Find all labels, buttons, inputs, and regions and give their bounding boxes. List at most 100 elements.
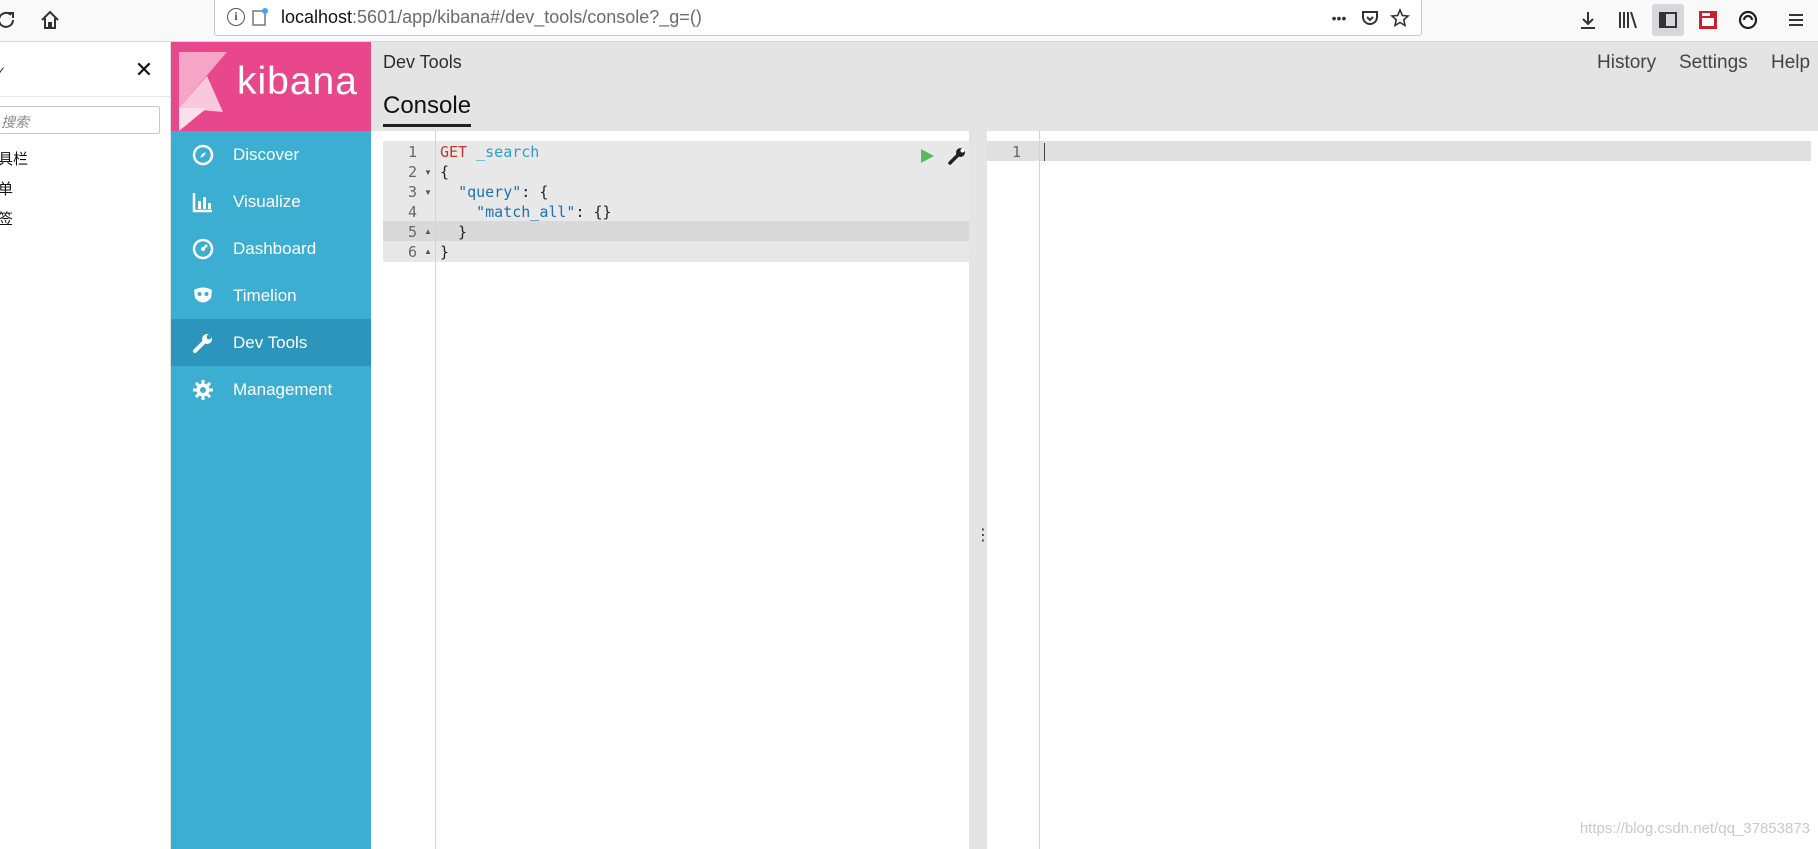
line-number: 3 [407,183,417,201]
request-path: _search [476,143,540,161]
nav-item-dashboard[interactable]: Dashboard [171,225,371,272]
kibana-logo-icon [179,52,227,131]
json-punct: : { [521,183,549,201]
fold-down-icon[interactable]: ▼ [424,188,432,197]
settings-link[interactable]: Settings [1679,52,1748,74]
code-line-1: GET _search [440,143,539,161]
url-host: localhost [281,7,353,27]
nav-item-dev-tools[interactable]: Dev Tools [171,319,371,366]
bookmark-button[interactable] [1388,6,1412,30]
send-request-button[interactable] [916,145,938,167]
url-text[interactable]: localhost:5601/app/kibana#/dev_tools/con… [281,7,702,28]
nav-label: Dev Tools [233,332,308,352]
nav-item-visualize[interactable]: Visualize [171,178,371,225]
tab-console[interactable]: Console [383,92,472,127]
drag-handle-icon[interactable]: ⋮ [975,528,991,551]
more-icon: ••• [1331,10,1347,26]
compass-icon [191,143,215,167]
help-link[interactable]: Help [1771,52,1810,74]
active-line-highlight [383,221,969,241]
kibana-logo[interactable]: kibana [171,42,371,131]
pdf-icon [1699,11,1717,29]
json-key: "match_all" [476,203,576,221]
page-actions-button[interactable]: ••• [1327,6,1351,30]
url-path: :5601/app/kibana#/dev_tools/console?_g=(… [352,7,702,27]
library-icon [1619,11,1637,29]
sidebar-toggle-button[interactable] [1652,4,1684,36]
library-button[interactable] [1612,4,1644,36]
page-title: Dev Tools [383,52,462,72]
sidebar-divider [0,96,171,97]
line-number: 1 [1011,143,1021,161]
browser-sidebar: ✓ ✕ 搜索 具栏 单 签 [0,42,171,849]
download-icon [1581,12,1595,29]
code-line-2: { [440,163,450,181]
kibana-nav: kibana Discover Visualize Dashboard Time… [171,42,371,849]
fold-down-icon[interactable]: ▼ [424,168,432,177]
nav-item-management[interactable]: Management [171,366,371,413]
fold-up-icon[interactable]: ▲ [424,247,432,256]
sidebar-icon [1659,12,1677,28]
request-options-button[interactable] [946,145,968,167]
history-link[interactable]: History [1597,52,1656,74]
sync-extension-button[interactable] [1732,4,1764,36]
code-line-6: } [440,243,450,261]
reload-icon [0,11,14,28]
gauge-icon [191,237,215,261]
reload-button[interactable] [0,4,22,36]
http-method: GET [440,143,468,161]
sidebar-item-toolbar[interactable]: 具栏 [0,148,28,169]
line-number: 5 [407,223,417,241]
sidebar-item-tabs[interactable]: 签 [0,208,13,229]
request-editor[interactable]: 1 2 3 4 5 6 ▼ ▼ ▲ ▲ GET _search { "query… [383,131,969,849]
code-line-5: } [440,223,468,241]
json-punct: : {} [575,203,612,221]
home-icon [41,10,59,29]
sidebar-search-input[interactable]: 搜索 [0,106,160,134]
star-icon [1390,8,1410,28]
play-icon [921,149,934,163]
output-gutter [987,131,1040,849]
text-cursor [1044,143,1045,161]
sidebar-close-button[interactable]: ✕ [132,58,156,82]
menu-button[interactable] [1780,4,1812,36]
pocket-button[interactable] [1358,6,1382,30]
home-button[interactable] [34,4,66,36]
line-number: 6 [407,243,417,261]
line-number: 4 [407,203,417,221]
pocket-icon [1362,11,1378,25]
sidebar-item-menu[interactable]: 单 [0,178,13,199]
code-line-3: "query": { [440,183,548,201]
url-bar[interactable]: i localhost:5601/app/kibana#/dev_tools/c… [214,0,1422,36]
info-icon[interactable]: i [227,8,245,26]
pane-resizer[interactable]: ⋮ [969,131,991,849]
downloads-button[interactable] [1572,4,1604,36]
fold-up-icon[interactable]: ▲ [424,227,432,236]
response-output[interactable]: 1 [987,131,1818,849]
active-line-highlight [987,141,1811,161]
wrench-icon [948,148,965,165]
pdf-extension-button[interactable] [1692,4,1724,36]
hamburger-icon [1789,14,1803,26]
page-icon [252,8,268,26]
mask-icon [191,284,215,308]
wrench-icon [191,331,215,355]
nav-label: Discover [233,144,300,164]
nav-item-discover[interactable]: Discover [171,131,371,178]
nav-item-timelion[interactable]: Timelion [171,272,371,319]
main-content: Dev Tools History Settings Help Console … [371,42,1818,849]
search-placeholder: 搜索 [1,114,29,130]
nav-label: Timelion [233,285,297,305]
app-header: Dev Tools History Settings Help Console [371,42,1818,131]
nav-label: Management [233,379,333,399]
nav-label: Dashboard [233,238,317,258]
browser-toolbar: i localhost:5601/app/kibana#/dev_tools/c… [0,0,1818,42]
code-line-4: "match_all": {} [440,203,612,221]
kibana-logo-text: kibana [237,60,358,103]
watermark: https://blog.csdn.net/qq_37853873 [1579,820,1810,837]
line-number: 1 [407,143,417,161]
sidebar-dropdown-icon[interactable]: ✓ [0,64,6,78]
line-number: 2 [407,163,417,181]
bar-chart-icon [191,190,215,214]
gear-icon [191,378,215,402]
